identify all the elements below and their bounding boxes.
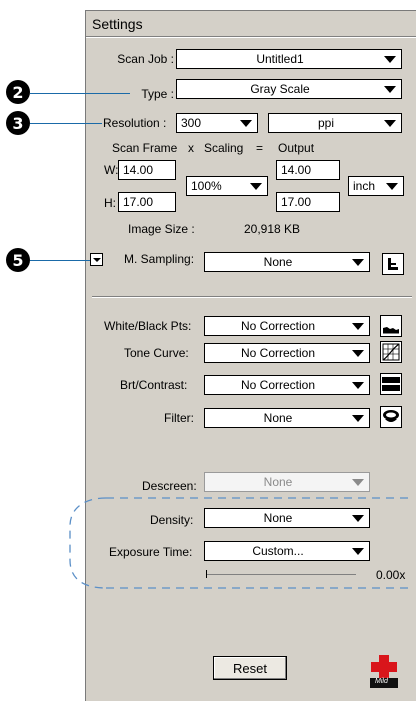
- chevron-down-icon: [384, 120, 396, 127]
- chevron-down-icon: [352, 515, 364, 522]
- white-black-dropdown[interactable]: No Correction: [204, 316, 370, 336]
- chevron-down-icon: [352, 415, 364, 422]
- resolution-label: Resolution :: [103, 116, 167, 130]
- reset-button[interactable]: Reset: [213, 656, 287, 680]
- type-label: Type :: [141, 87, 174, 101]
- chevron-down-icon: [352, 479, 364, 486]
- exposure-value: Custom...: [252, 544, 304, 558]
- scaling-header: Scaling: [204, 141, 244, 155]
- width-output-field[interactable]: 14.00: [276, 160, 340, 180]
- callout-badge-2: 2: [6, 80, 30, 104]
- callout-badge-5: 5: [6, 248, 30, 272]
- exposure-slider-track[interactable]: [206, 574, 356, 575]
- filter-button[interactable]: [380, 406, 402, 428]
- filter-lens-icon: [383, 410, 399, 422]
- expand-toggle-button[interactable]: [90, 253, 103, 266]
- histogram-icon: [383, 327, 399, 334]
- type-dropdown[interactable]: Gray Scale: [176, 79, 402, 99]
- tone-curve-button[interactable]: [380, 341, 402, 363]
- chevron-down-icon: [352, 350, 364, 357]
- section-divider-highlight: [92, 297, 412, 298]
- chevron-down-icon: [352, 548, 364, 555]
- chevron-down-icon: [384, 56, 396, 63]
- chevron-down-icon: [352, 382, 364, 389]
- scan-frame-equals: =: [256, 141, 264, 155]
- exposure-label: Exposure Time:: [109, 545, 193, 559]
- density-dropdown[interactable]: None: [204, 508, 370, 528]
- density-label: Density:: [150, 513, 194, 527]
- chevron-down-icon: [384, 86, 396, 93]
- image-size-value: 20,918 KB: [244, 222, 301, 236]
- white-black-value: No Correction: [240, 319, 316, 333]
- type-value: Gray Scale: [250, 82, 310, 96]
- brightness-icon: [382, 377, 400, 391]
- advanced-settings-button[interactable]: [382, 253, 404, 275]
- scan-job-label: Scan Job :: [117, 52, 174, 66]
- brightness-contrast-button[interactable]: [380, 373, 402, 395]
- image-size-label: Image Size :: [128, 222, 195, 236]
- mild-logo: Mild: [369, 654, 399, 688]
- width-input[interactable]: 14.00: [118, 160, 176, 180]
- tone-curve-value: No Correction: [240, 346, 316, 360]
- height-input[interactable]: 17.00: [118, 192, 176, 212]
- chevron-down-icon: [240, 120, 252, 127]
- tone-curve-dropdown[interactable]: No Correction: [204, 343, 370, 363]
- filter-value: None: [263, 411, 293, 425]
- density-value: None: [263, 511, 293, 525]
- corner-l-icon: [388, 258, 398, 270]
- descreen-dropdown[interactable]: None: [204, 472, 370, 492]
- tone-curve-label: Tone Curve:: [124, 346, 189, 360]
- exposure-dropdown[interactable]: Custom...: [204, 541, 370, 561]
- chevron-down-icon: [352, 323, 364, 330]
- chevron-down-icon: [352, 259, 364, 266]
- height-output-field[interactable]: 17.00: [276, 192, 340, 212]
- exposure-slider-thumb[interactable]: [206, 570, 207, 578]
- filter-dropdown[interactable]: None: [204, 408, 370, 428]
- m-sampling-label: M. Sampling:: [124, 252, 195, 266]
- chevron-down-icon: [250, 183, 262, 190]
- white-black-label: White/Black Pts:: [104, 319, 192, 333]
- scan-job-dropdown[interactable]: Untitled1: [176, 49, 402, 69]
- callout-badge-3: 3: [6, 111, 30, 135]
- m-sampling-dropdown[interactable]: None: [204, 252, 370, 272]
- scan-frame-header: Scan Frame: [112, 141, 178, 155]
- width-label: W:: [104, 163, 119, 177]
- logo-text: Mild: [375, 678, 388, 685]
- brt-contrast-label: Brt/Contrast:: [120, 378, 188, 392]
- output-header: Output: [278, 141, 315, 155]
- resolution-unit-value: ppi: [317, 116, 334, 130]
- resolution-dropdown[interactable]: 300: [176, 113, 258, 133]
- scaling-dropdown[interactable]: 100%: [186, 176, 268, 196]
- callout-line-3: [30, 123, 102, 124]
- callout-line-5: [30, 260, 90, 261]
- title-divider-highlight: [86, 37, 416, 38]
- curve-grid-icon: [382, 343, 400, 361]
- scan-job-value: Untitled1: [256, 52, 304, 66]
- descreen-label: Descreen:: [142, 479, 197, 493]
- resolution-unit-dropdown[interactable]: ppi: [268, 113, 402, 133]
- chevron-down-icon: [93, 258, 101, 262]
- height-label: H:: [104, 196, 116, 210]
- output-unit-dropdown[interactable]: inch: [348, 176, 404, 196]
- histogram-button[interactable]: [380, 315, 402, 337]
- exposure-slider-value: 0.00x: [376, 568, 406, 582]
- panel-title: Settings: [92, 16, 143, 32]
- m-sampling-value: None: [263, 255, 293, 269]
- scan-frame-x: x: [188, 141, 194, 155]
- brt-contrast-value: No Correction: [240, 378, 316, 392]
- descreen-value: None: [263, 475, 293, 489]
- brt-contrast-dropdown[interactable]: No Correction: [204, 375, 370, 395]
- filter-label: Filter:: [164, 411, 194, 425]
- chevron-down-icon: [386, 183, 398, 190]
